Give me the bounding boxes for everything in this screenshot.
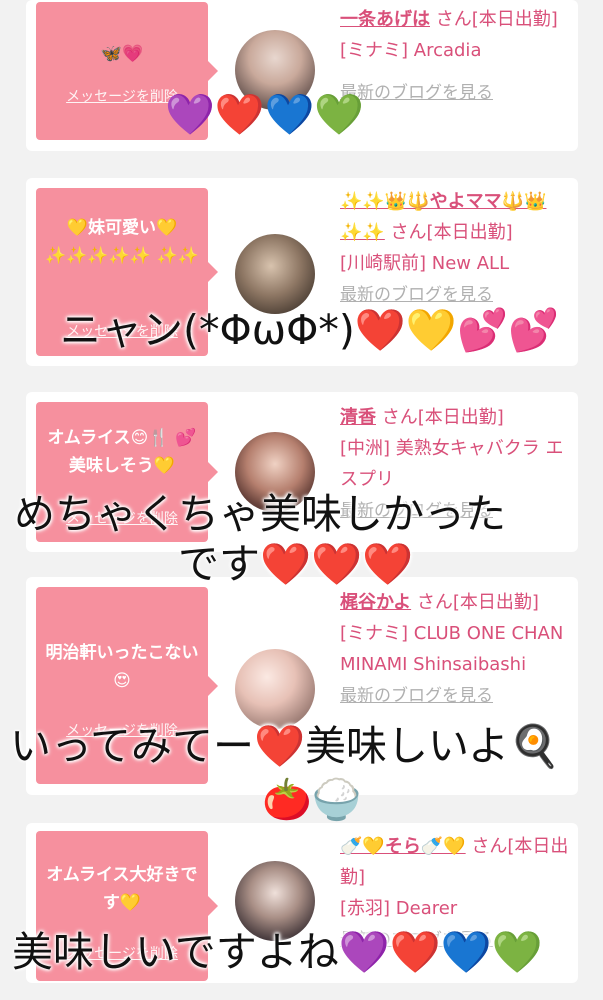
food-overlay: 🍅🍚 — [262, 777, 362, 823]
avatar[interactable] — [235, 649, 315, 729]
cast-name-link[interactable]: 清香 — [340, 407, 376, 428]
message-text: オムライス大好きです💛 — [46, 865, 198, 913]
cast-suffix: さん[本日出勤] — [376, 407, 504, 428]
blog-link[interactable]: 最新のブログを見る — [340, 686, 493, 706]
hearts-overlay: 💜❤️💙💚 — [165, 92, 365, 138]
cast-suffix: さん[本日出勤] — [430, 9, 558, 30]
shop-name: [ミナミ] CLUB ONE CHAN MINAMI Shinsaibashi — [340, 623, 564, 675]
cast-name-link[interactable]: 一条あげは — [340, 9, 430, 30]
shop-name: [ミナミ] Arcadia — [340, 40, 482, 61]
message-text: オムライス😊🍴 💕 美味しそう💛 — [47, 428, 197, 476]
cast-suffix: さん[本日出勤] — [411, 592, 539, 613]
cast-info: ✨✨👑🔱やよママ🔱👑✨✨ さん[本日出勤] [川崎駅前] New ALL 最新の… — [340, 186, 570, 311]
overlay-caption: です❤️❤️❤️ — [178, 540, 414, 588]
blog-link[interactable]: 最新のブログを見る — [340, 285, 493, 305]
avatar[interactable] — [235, 234, 315, 314]
shop-name: [赤羽] Dearer — [340, 898, 458, 919]
cast-name-link[interactable]: 🍼💛そら🍼💛 — [340, 836, 466, 857]
message-text: 💛妹可愛い💛 ✨✨✨✨✨ ✨✨ — [44, 218, 200, 266]
overlay-caption: 美味しいですよね💜❤️💙💚 — [12, 928, 543, 976]
shop-name: [中洲] 美熟女キャバクラ エスプリ — [340, 438, 564, 490]
cast-name-link[interactable]: 梶谷かよ — [340, 592, 411, 613]
overlay-caption: めちゃくちゃ美味しかった — [14, 490, 506, 538]
message-text: 明治軒いったこない😍 — [45, 643, 199, 691]
overlay-caption: ニャン(*ΦωΦ*)❤️💛💕💕 — [60, 306, 560, 354]
message-text: 🦋💗 — [100, 44, 144, 64]
overlay-caption: いってみてー❤️美味しいよ🍳 — [10, 722, 561, 770]
shop-name: [川崎駅前] New ALL — [340, 253, 510, 274]
cast-info: 一条あげは さん[本日出勤] [ミナミ] Arcadia 最新のブログを見る — [340, 4, 570, 103]
cast-info: 梶谷かよ さん[本日出勤] [ミナミ] CLUB ONE CHAN MINAMI… — [340, 587, 570, 712]
cast-suffix: さん[本日出勤] — [384, 222, 513, 243]
